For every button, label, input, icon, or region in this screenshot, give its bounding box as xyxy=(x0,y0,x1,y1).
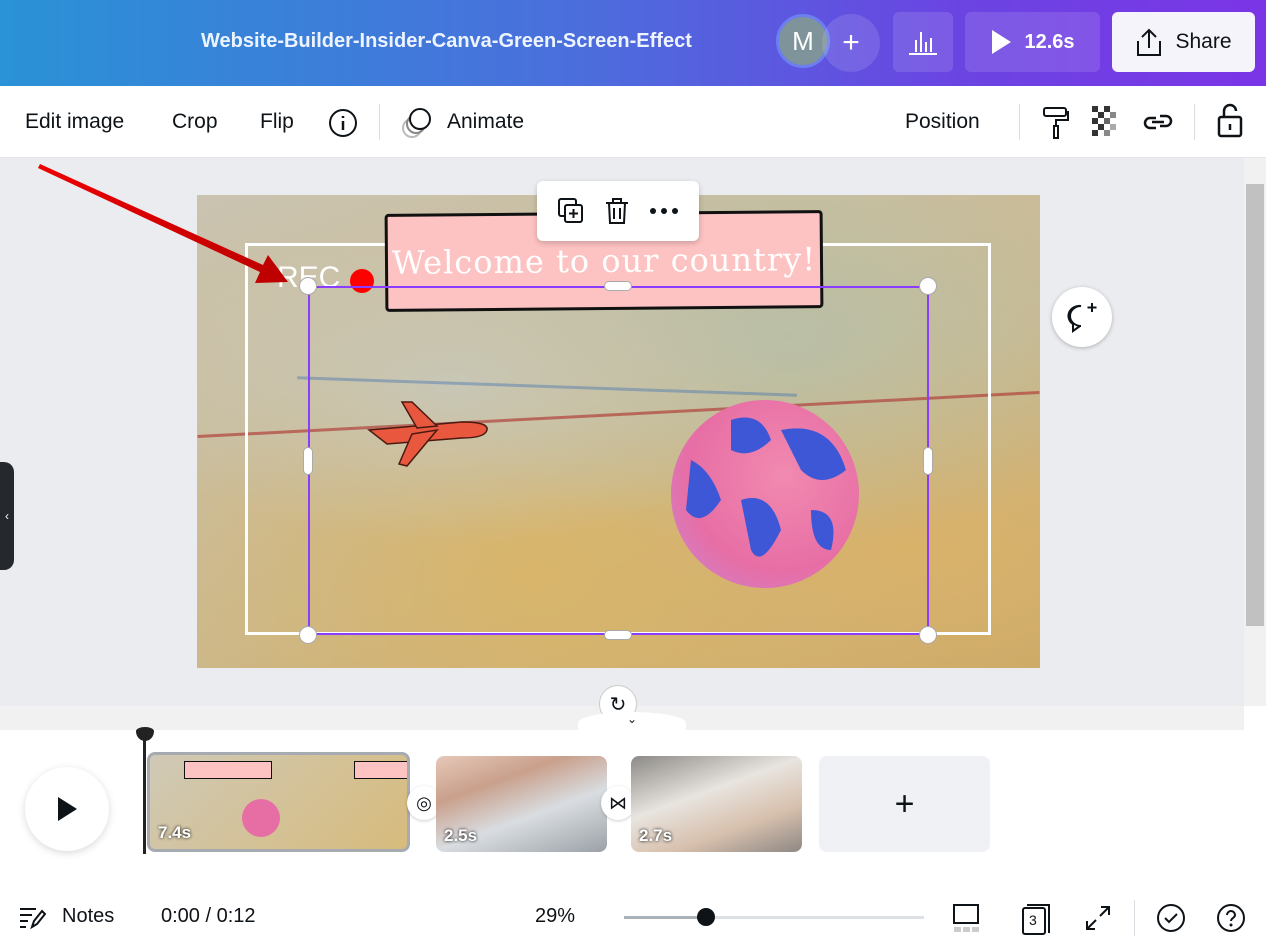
crop-button[interactable]: Crop xyxy=(172,110,218,134)
resize-handle[interactable] xyxy=(919,277,937,295)
resize-handle[interactable] xyxy=(919,626,937,644)
floating-element-toolbar xyxy=(537,181,699,241)
resize-handle[interactable] xyxy=(299,626,317,644)
divider xyxy=(379,104,380,140)
page-count: 3 xyxy=(1029,912,1037,928)
clip-duration: 2.7s xyxy=(639,826,673,845)
header-bar: Website-Builder-Insider-Canva-Green-Scre… xyxy=(0,0,1266,86)
clip-duration: 2.5s xyxy=(444,826,478,845)
bowtie-icon: ⋈ xyxy=(609,792,627,813)
flip-button[interactable]: Flip xyxy=(260,110,294,134)
pages-button[interactable]: 3 xyxy=(1021,902,1053,935)
red-arrow-annotation xyxy=(38,164,288,283)
playback-time: 0:00 / 0:12 xyxy=(161,905,256,927)
resize-handle[interactable] xyxy=(604,630,632,640)
dissolve-icon: ◎ xyxy=(416,792,432,813)
comment-add-icon xyxy=(1067,303,1097,333)
animate-icon[interactable] xyxy=(400,106,434,140)
zoom-slider[interactable] xyxy=(624,908,924,926)
zoom-level[interactable]: 29% xyxy=(535,905,575,928)
help-icon[interactable] xyxy=(1216,903,1246,933)
timeline-clip-1[interactable]: 7.4s xyxy=(147,752,410,852)
resize-handle[interactable] xyxy=(923,447,933,475)
collapse-timeline-button[interactable]: ⌄ xyxy=(578,712,686,734)
notes-button[interactable]: Notes xyxy=(62,905,114,928)
timeline-clip-3[interactable]: 2.7s xyxy=(631,756,802,852)
plus-icon: + xyxy=(842,26,860,59)
present-button[interactable]: 12.6s xyxy=(965,12,1100,72)
timeline-clip-2[interactable]: 2.5s xyxy=(436,756,607,852)
fullscreen-icon[interactable] xyxy=(1084,904,1112,932)
expand-panel-button[interactable]: ‹ xyxy=(0,462,14,570)
transparency-icon[interactable] xyxy=(1092,106,1122,136)
bar-chart-icon xyxy=(909,32,937,55)
upload-icon xyxy=(1137,28,1162,56)
grid-view-icon[interactable] xyxy=(951,903,981,933)
context-toolbar: Edit image Crop Flip Animate Position xyxy=(0,86,1266,158)
position-button[interactable]: Position xyxy=(905,110,980,134)
resize-handle[interactable] xyxy=(604,281,632,291)
playhead-handle[interactable] xyxy=(136,727,154,741)
lock-icon[interactable] xyxy=(1216,103,1244,139)
plus-icon: + xyxy=(894,784,915,823)
zoom-slider-thumb[interactable] xyxy=(697,908,715,926)
share-label: Share xyxy=(1175,30,1232,53)
share-button[interactable]: Share xyxy=(1112,12,1255,72)
pages-icon xyxy=(1022,904,1050,935)
divider xyxy=(1194,104,1195,140)
play-icon xyxy=(992,30,1012,54)
resize-handle[interactable] xyxy=(299,277,317,295)
play-icon xyxy=(58,797,77,821)
play-button[interactable] xyxy=(25,767,109,851)
vertical-scrollbar[interactable] xyxy=(1244,158,1266,706)
present-duration: 12.6s xyxy=(1024,30,1075,53)
info-icon[interactable] xyxy=(328,108,358,138)
paint-roller-icon[interactable] xyxy=(1042,106,1070,140)
chevron-down-icon: ⌄ xyxy=(626,712,638,726)
divider xyxy=(1134,900,1135,936)
clip-duration: 7.4s xyxy=(158,823,192,842)
insights-button[interactable] xyxy=(893,12,953,72)
animate-button[interactable]: Animate xyxy=(447,110,524,134)
more-icon[interactable] xyxy=(648,206,680,216)
notes-icon[interactable] xyxy=(18,905,46,931)
check-icon[interactable] xyxy=(1156,903,1186,933)
add-collaborator-button[interactable]: + xyxy=(822,14,880,72)
playhead[interactable] xyxy=(143,732,146,854)
link-icon[interactable] xyxy=(1142,110,1174,134)
divider xyxy=(1019,104,1020,140)
selection-box[interactable] xyxy=(308,286,929,635)
add-page-button[interactable]: + xyxy=(819,756,990,852)
duplicate-icon[interactable] xyxy=(556,196,586,226)
add-comment-button[interactable] xyxy=(1052,287,1112,347)
transition-button[interactable]: ⋈ xyxy=(601,786,635,820)
document-title[interactable]: Website-Builder-Insider-Canva-Green-Scre… xyxy=(201,30,692,53)
resize-handle[interactable] xyxy=(303,447,313,475)
edit-image-button[interactable]: Edit image xyxy=(25,110,124,134)
trash-icon[interactable] xyxy=(603,196,631,226)
